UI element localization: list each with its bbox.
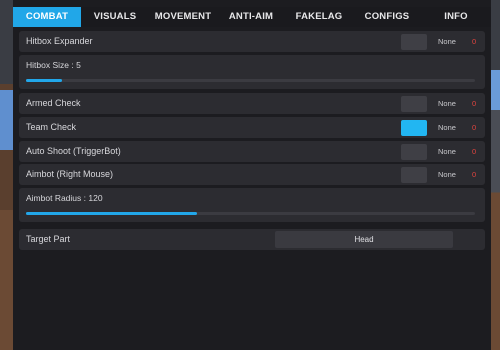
armed-check-row: Armed Check None 0 [19,93,485,114]
tab-fakelag[interactable]: FAKELAG [285,7,353,27]
team-check-keybind[interactable]: None [438,117,456,138]
target-part-row: Target Part Head [19,229,485,250]
aimbot-radius-slider-row: Aimbot Radius : 120 [19,188,485,222]
hitbox-expander-toggle[interactable] [401,34,427,50]
hitbox-size-slider-row: Hitbox Size : 5 [19,55,485,89]
aimbot-radius-label: Aimbot Radius : 120 [26,193,103,203]
aimbot-keybind[interactable]: None [438,164,456,185]
hitbox-expander-keybind[interactable]: None [438,31,456,52]
tab-combat[interactable]: COMBAT [13,7,81,27]
tab-movement[interactable]: MOVEMENT [149,7,217,27]
armed-check-keybind[interactable]: None [438,93,456,114]
team-check-toggle[interactable] [401,120,427,136]
auto-shoot-label: Auto Shoot (TriggerBot) [26,146,121,156]
hitbox-size-label: Hitbox Size : 5 [26,60,81,70]
auto-shoot-keybind[interactable]: None [438,141,456,162]
hitbox-size-slider[interactable] [26,79,475,82]
target-part-dropdown[interactable]: Head [275,231,453,248]
team-check-value: 0 [472,123,477,132]
tab-anti-aim[interactable]: ANTI-AIM [217,7,285,27]
tab-visuals[interactable]: VISUALS [81,7,149,27]
auto-shoot-row: Auto Shoot (TriggerBot) None 0 [19,141,485,162]
tab-configs[interactable]: CONFIGS [353,7,421,27]
armed-check-label: Armed Check [26,98,81,108]
aimbot-toggle[interactable] [401,167,427,183]
aimbot-row: Aimbot (Right Mouse) None 0 [19,164,485,185]
auto-shoot-value: 0 [472,147,477,156]
hitbox-expander-value: 0 [472,37,477,46]
aimbot-value: 0 [472,170,477,179]
armed-check-value: 0 [472,99,477,108]
aimbot-radius-slider[interactable] [26,212,475,215]
hitbox-expander-row: Hitbox Expander None 0 [19,31,485,52]
team-check-row: Team Check None 0 [19,117,485,138]
auto-shoot-toggle[interactable] [401,144,427,160]
aimbot-label: Aimbot (Right Mouse) [26,169,114,179]
cheat-menu-window: COMBAT VISUALS MOVEMENT ANTI-AIM FAKELAG… [13,0,491,350]
hitbox-expander-label: Hitbox Expander [26,36,93,46]
tab-info[interactable]: INFO [421,7,491,27]
game-background-left-blue [0,90,14,150]
tab-bar: COMBAT VISUALS MOVEMENT ANTI-AIM FAKELAG… [13,7,491,27]
game-background-left [0,0,14,350]
target-part-label: Target Part [26,234,71,244]
armed-check-toggle[interactable] [401,96,427,112]
team-check-label: Team Check [26,122,77,132]
hitbox-size-slider-fill [26,79,62,82]
aimbot-radius-slider-fill [26,212,197,215]
